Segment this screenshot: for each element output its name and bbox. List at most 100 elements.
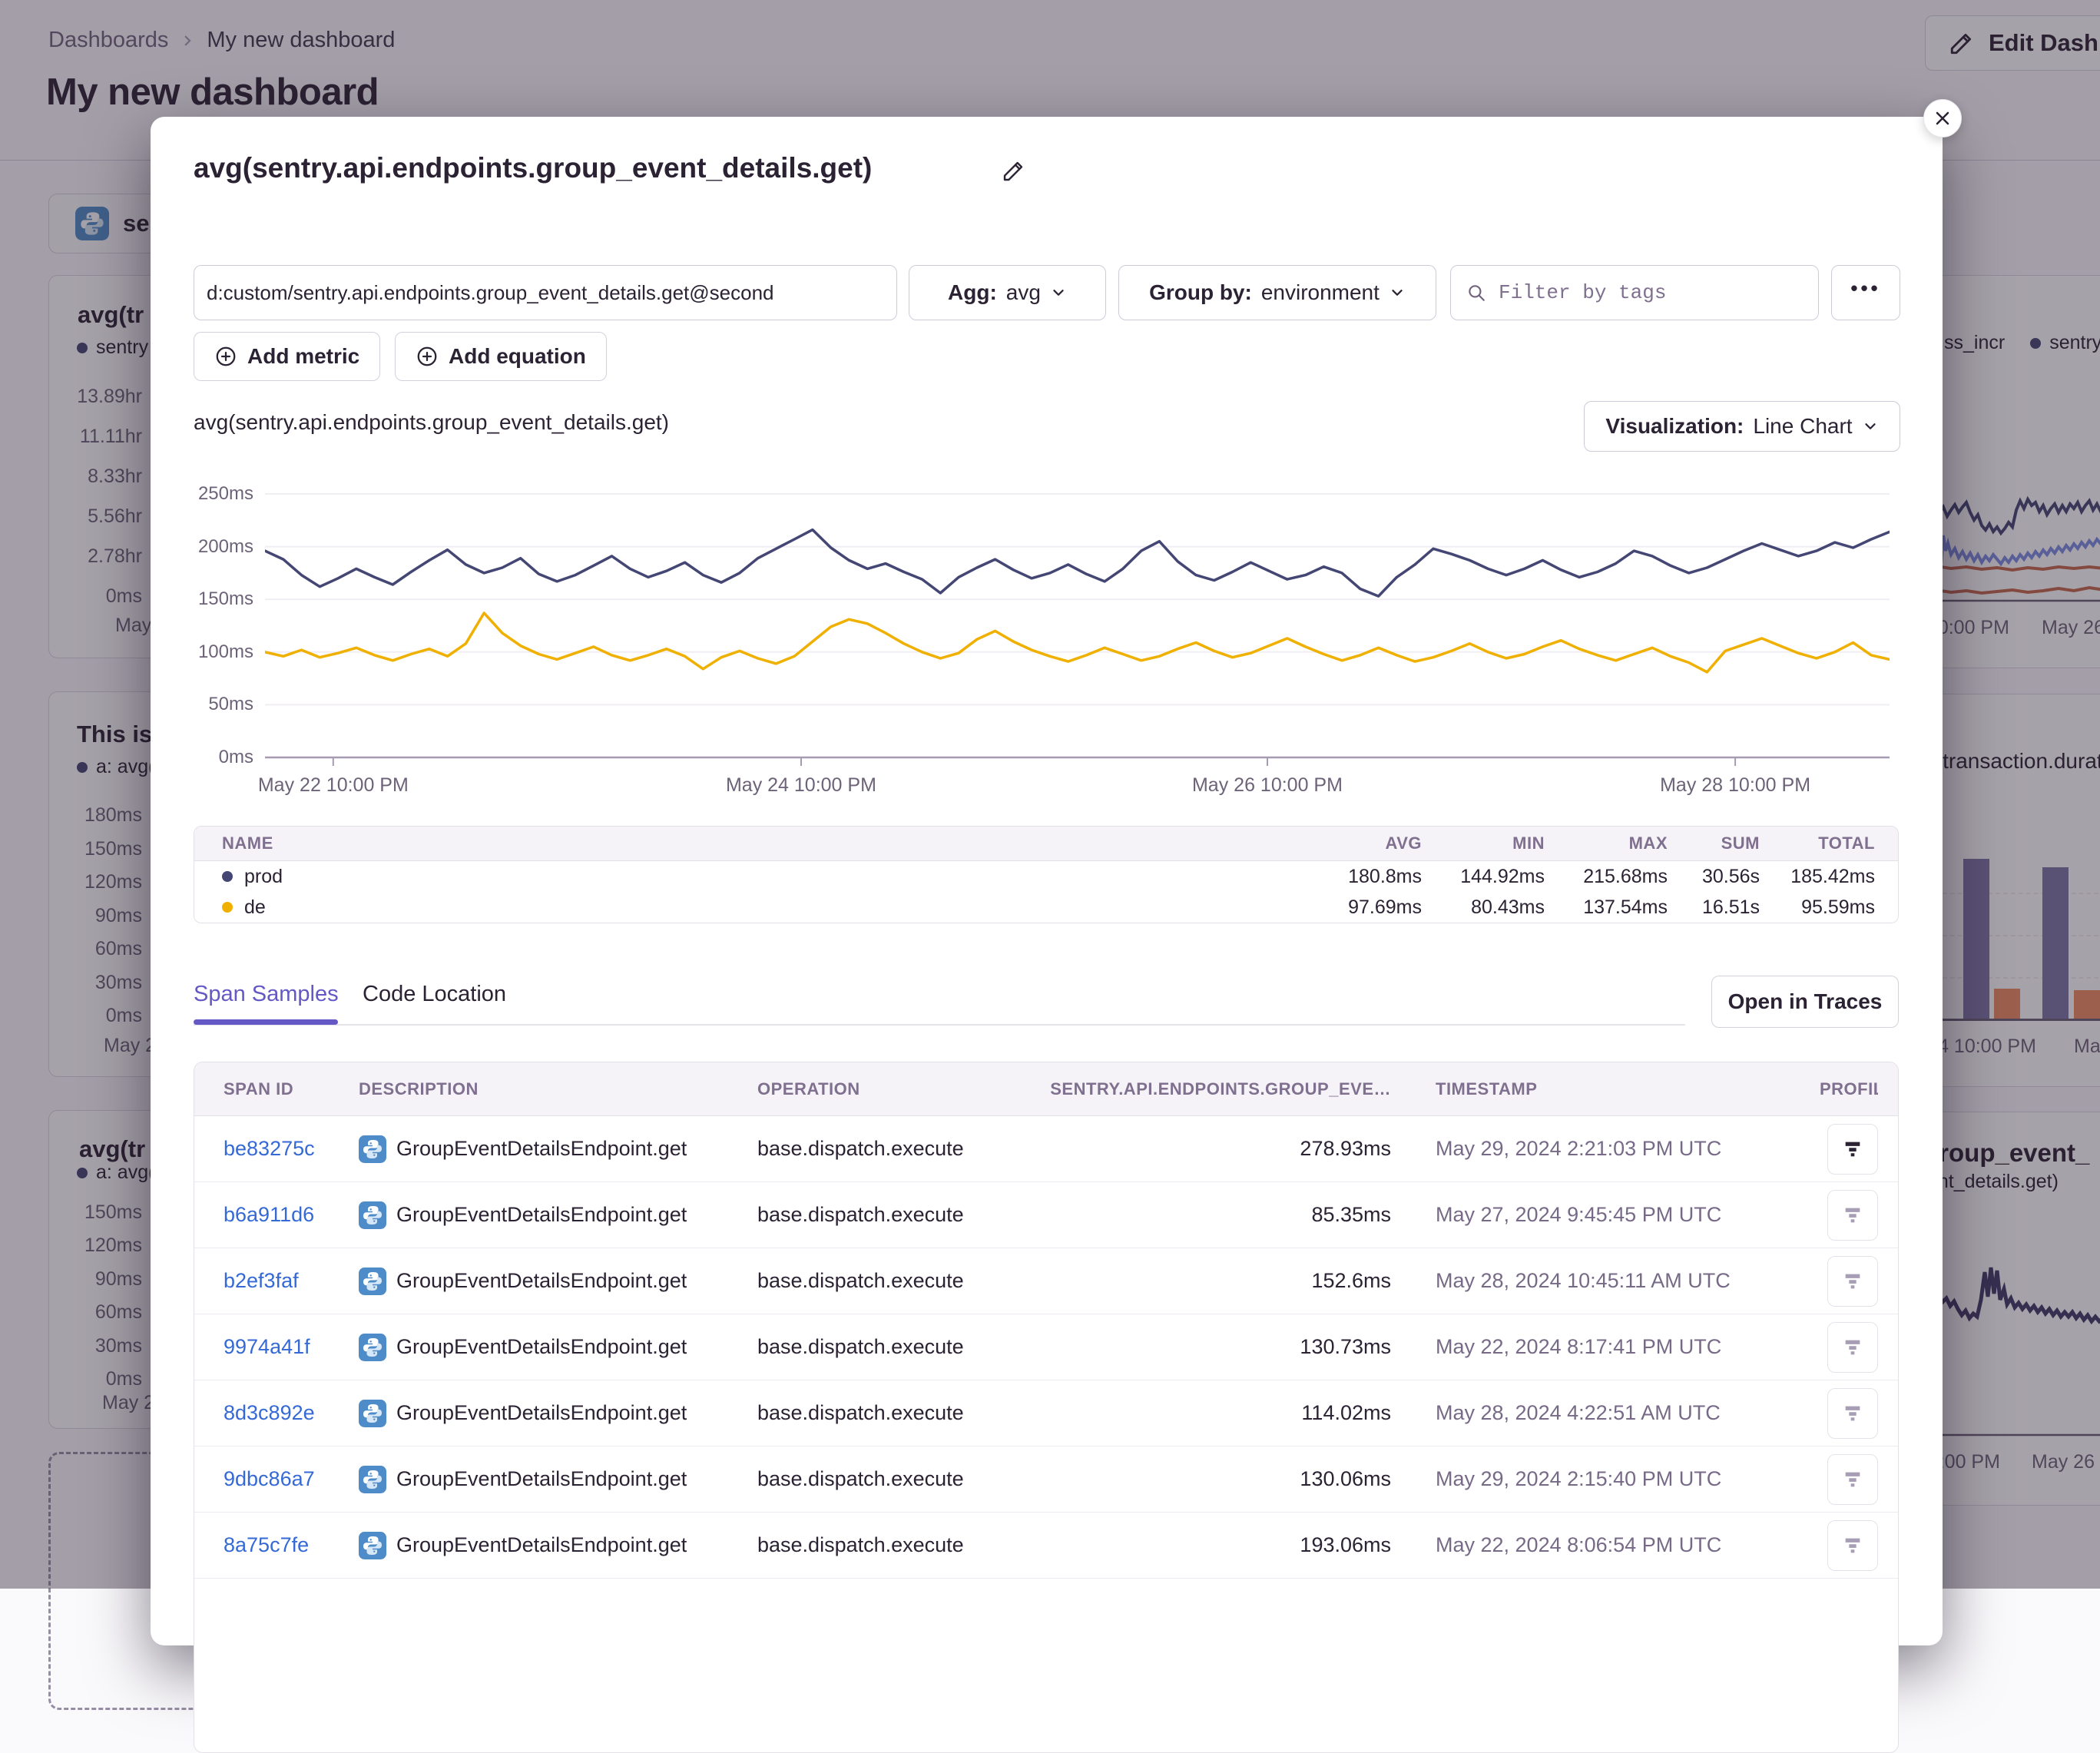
span-description: GroupEventDetailsEndpoint.get [396,1203,687,1227]
span-description: GroupEventDetailsEndpoint.get [396,1401,687,1425]
series-name: prod [244,866,283,888]
close-button[interactable] [1923,99,1962,138]
y-axis-tick-label: 200ms [198,536,253,558]
span-duration: 152.6ms [1022,1269,1391,1293]
span-timestamp: May 22, 2024 8:17:41 PM UTC [1391,1335,1820,1359]
series-summary-table: NAME AVG MIN MAX SUM TOTAL prod 180.8ms … [194,826,1899,923]
pencil-icon [1002,158,1026,183]
python-icon [359,1268,386,1295]
profile-button[interactable] [1827,1190,1878,1241]
visualization-value: Line Chart [1753,414,1852,439]
span-timestamp: May 29, 2024 2:21:03 PM UTC [1391,1137,1820,1161]
profile-button[interactable] [1827,1124,1878,1175]
open-in-traces-button[interactable]: Open in Traces [1711,976,1899,1028]
tab-code-location[interactable]: Code Location [363,982,506,1007]
add-metric-button[interactable]: Add metric [194,332,380,381]
span-duration: 130.06ms [1022,1467,1391,1491]
active-tab-indicator [194,1019,338,1025]
table-row: be83275c GroupEventDetailsEndpoint.get b… [194,1116,1898,1182]
table-row: 8d3c892e GroupEventDetailsEndpoint.get b… [194,1380,1898,1446]
span-description: GroupEventDetailsEndpoint.get [396,1137,687,1161]
aggregate-select[interactable]: Agg: avg [909,265,1106,320]
metric-line-chart[interactable] [265,480,1890,768]
tab-span-samples[interactable]: Span Samples [194,982,339,1007]
profile-icon [1842,1337,1863,1358]
profile-icon [1842,1469,1863,1490]
series-sum: 16.51s [1668,896,1760,919]
series-name: de [244,896,266,919]
metric-query-input[interactable] [194,265,897,320]
span-duration: 85.35ms [1022,1203,1391,1227]
chevron-down-icon [1050,284,1067,301]
tab-divider [194,1024,1685,1026]
span-timestamp: May 22, 2024 8:06:54 PM UTC [1391,1533,1820,1557]
tag-filter-input[interactable] [1497,280,1803,305]
span-id-link[interactable]: b2ef3faf [224,1269,359,1293]
plus-circle-icon [214,345,237,368]
span-operation: base.dispatch.execute [757,1533,1022,1557]
series-total: 185.42ms [1760,866,1875,888]
profile-icon [1842,1205,1863,1226]
python-icon [359,1532,386,1559]
x-axis-tick-label: May 26 10:00 PM [1192,774,1343,797]
more-options-button[interactable]: ••• [1831,265,1900,320]
series-avg: 180.8ms [1307,866,1422,888]
y-axis-tick-label: 100ms [198,641,253,663]
series-color-dot [222,902,233,913]
plus-circle-icon [416,345,439,368]
summary-row[interactable]: prod 180.8ms 144.92ms 215.68ms 30.56s 18… [194,861,1898,892]
profile-button[interactable] [1827,1322,1878,1373]
series-max: 137.54ms [1545,896,1668,919]
span-timestamp: May 27, 2024 9:45:45 PM UTC [1391,1203,1820,1227]
table-row: b6a911d6 GroupEventDetailsEndpoint.get b… [194,1182,1898,1248]
profile-button[interactable] [1827,1388,1878,1439]
span-id-link[interactable]: be83275c [224,1137,359,1161]
series-color-dot [222,871,233,882]
summary-row[interactable]: de 97.69ms 80.43ms 137.54ms 16.51s 95.59… [194,892,1898,923]
group-by-select[interactable]: Group by: environment [1118,265,1436,320]
profile-icon [1842,1535,1863,1556]
span-operation: base.dispatch.execute [757,1467,1022,1491]
span-description: GroupEventDetailsEndpoint.get [396,1533,687,1557]
span-id-link[interactable]: 8a75c7fe [224,1533,359,1557]
y-axis-tick-label: 0ms [219,747,253,768]
python-icon [359,1400,386,1427]
series-avg: 97.69ms [1307,896,1422,919]
ellipsis-icon: ••• [1850,277,1880,300]
span-timestamp: May 28, 2024 10:45:11 AM UTC [1391,1269,1820,1293]
span-duration: 278.93ms [1022,1137,1391,1161]
y-axis-tick-label: 150ms [198,588,253,610]
profile-button[interactable] [1827,1454,1878,1505]
series-sum: 30.56s [1668,866,1760,888]
span-duration: 130.73ms [1022,1335,1391,1359]
visualization-label: Visualization: [1605,414,1744,439]
profile-button[interactable] [1827,1520,1878,1571]
group-by-label: Group by: [1149,280,1252,305]
span-id-link[interactable]: 9974a41f [224,1335,359,1359]
profile-button[interactable] [1827,1256,1878,1307]
visualization-select[interactable]: Visualization: Line Chart [1584,401,1900,452]
profile-icon [1842,1403,1863,1424]
edit-title-button[interactable] [1002,158,1026,183]
series-total: 95.59ms [1760,896,1875,919]
span-description: GroupEventDetailsEndpoint.get [396,1467,687,1491]
python-icon [359,1201,386,1229]
span-operation: base.dispatch.execute [757,1203,1022,1227]
span-id-link[interactable]: b6a911d6 [224,1203,359,1227]
series-max: 215.68ms [1545,866,1668,888]
series-min: 144.92ms [1422,866,1545,888]
modal-title: avg(sentry.api.endpoints.group_event_det… [194,152,872,184]
python-icon [359,1135,386,1163]
span-operation: base.dispatch.execute [757,1269,1022,1293]
add-equation-label: Add equation [449,344,586,369]
span-operation: base.dispatch.execute [757,1401,1022,1425]
span-timestamp: May 28, 2024 4:22:51 AM UTC [1391,1401,1820,1425]
add-equation-button[interactable]: Add equation [395,332,607,381]
y-axis-tick-label: 250ms [198,483,253,505]
span-id-link[interactable]: 9dbc86a7 [224,1467,359,1491]
table-row: 9974a41f GroupEventDetailsEndpoint.get b… [194,1314,1898,1380]
span-id-link[interactable]: 8d3c892e [224,1401,359,1425]
span-operation: base.dispatch.execute [757,1335,1022,1359]
table-row: b2ef3faf GroupEventDetailsEndpoint.get b… [194,1248,1898,1314]
tag-filter-field[interactable] [1450,265,1819,320]
